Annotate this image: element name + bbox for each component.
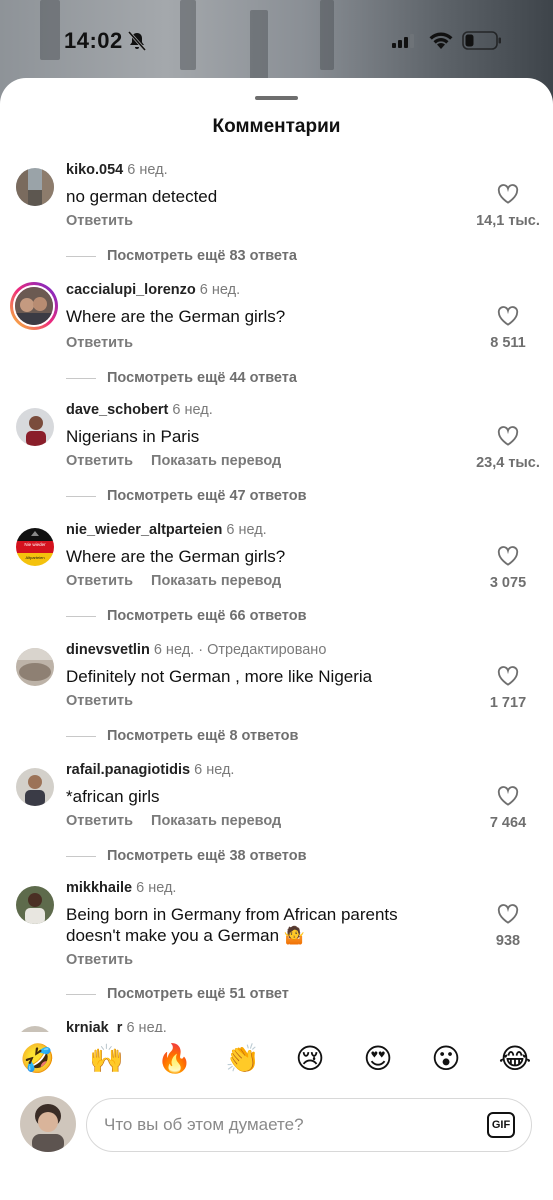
avatar[interactable] <box>16 168 54 206</box>
status-bar: 14:02 <box>0 0 553 80</box>
reaction-crying[interactable]: 😢 <box>293 1042 327 1076</box>
like-button[interactable]: 14,1 тыс. <box>463 184 553 229</box>
reply-button[interactable]: Ответить <box>66 213 133 229</box>
comment-text: Nigerians in Paris <box>66 427 200 446</box>
comment-text: Being born in Germany from African paren… <box>66 905 398 945</box>
view-replies-button[interactable]: Посмотреть ещё 47 ответов <box>107 488 306 504</box>
like-count: 3 075 <box>489 575 527 591</box>
comment-username[interactable]: kiko.054 <box>66 162 123 178</box>
heart-icon <box>497 786 519 806</box>
like-button[interactable]: 8 511 <box>463 306 553 351</box>
edited-label: · Отредактировано <box>198 642 327 658</box>
avatar-label: Nie wieder <box>24 542 46 547</box>
like-button[interactable]: 938 <box>463 904 553 949</box>
comment-text: no german detected <box>66 187 218 206</box>
reply-button[interactable]: Ответить <box>66 693 133 709</box>
heart-icon <box>497 184 519 204</box>
avatar[interactable] <box>16 1026 54 1032</box>
comment-age: 6 нед. <box>126 1020 167 1032</box>
heart-icon <box>497 666 519 686</box>
avatar[interactable] <box>16 648 54 686</box>
view-replies-button[interactable]: Посмотреть ещё 8 ответов <box>107 728 298 744</box>
comment-input-placeholder: Что вы об этом думаете? <box>104 1115 304 1134</box>
avatar-story-ring[interactable] <box>10 282 58 330</box>
heart-icon <box>497 546 519 566</box>
reaction-surprised[interactable]: 😮 <box>429 1042 463 1076</box>
comments-sheet: Комментарии kiko.054 6 нед. no german de… <box>0 78 553 1200</box>
own-avatar <box>20 1096 76 1152</box>
comment-username[interactable]: caccialupi_lorenzo <box>66 282 196 298</box>
avatar[interactable]: Nie wieder Altparteien <box>16 528 54 566</box>
avatar[interactable] <box>16 886 54 924</box>
status-time: 14:02 <box>64 28 123 53</box>
like-button[interactable]: 1 717 <box>463 666 553 711</box>
like-count: 14,1 тыс. <box>476 213 540 229</box>
reaction-raised-hands[interactable]: 🙌 <box>89 1042 124 1076</box>
quick-reactions-bar: 🤣 🙌 🔥 👏 😢 😍 😮 😂 <box>0 1042 553 1082</box>
comment-age: 6 нед. <box>194 762 235 778</box>
comment-username[interactable]: nie_wieder_altparteien <box>66 522 222 538</box>
heart-icon <box>497 904 519 924</box>
like-count: 938 <box>495 933 521 949</box>
comment-username[interactable]: krniak_r <box>66 1020 122 1032</box>
comment-username[interactable]: dave_schobert <box>66 402 168 418</box>
flag-avatar-image: Nie wieder Altparteien <box>16 528 54 566</box>
cellular-signal-icon <box>392 34 414 48</box>
reaction-laughing[interactable]: 😂 <box>498 1042 532 1076</box>
avatar[interactable] <box>16 768 54 806</box>
avatar[interactable] <box>16 408 54 446</box>
drag-handle[interactable] <box>255 96 298 100</box>
like-count: 8 511 <box>490 335 526 351</box>
comment-age: 6 нед. <box>127 162 168 178</box>
avatar-label: Altparteien <box>25 555 44 560</box>
view-replies-button[interactable]: Посмотреть ещё 51 ответ <box>107 986 289 1002</box>
reaction-rofl[interactable]: 🤣 <box>20 1042 55 1076</box>
reply-button[interactable]: Ответить <box>66 453 133 469</box>
translate-button[interactable]: Показать перевод <box>151 573 281 589</box>
reaction-heart-eyes[interactable]: 😍 <box>361 1042 395 1076</box>
comment-username[interactable]: mikkhaile <box>66 880 132 896</box>
reply-button[interactable]: Ответить <box>66 952 133 968</box>
reply-button[interactable]: Ответить <box>66 813 133 829</box>
translate-button[interactable]: Показать перевод <box>151 813 281 829</box>
view-replies-button[interactable]: Посмотреть ещё 66 ответов <box>107 608 306 624</box>
comment-age: 6 нед. <box>199 282 241 298</box>
reply-button[interactable]: Ответить <box>66 573 133 589</box>
comment-text: *african girls <box>66 787 160 806</box>
view-replies-button[interactable]: Посмотреть ещё 83 ответа <box>107 248 297 264</box>
comment-text: Where are the German girls? <box>66 547 286 566</box>
comment-text: Where are the German girls? <box>66 307 286 326</box>
comment-username[interactable]: rafail.panagiotidis <box>66 762 190 778</box>
comment-age: 6 нед. <box>226 522 267 538</box>
view-replies-button[interactable]: Посмотреть ещё 38 ответов <box>107 848 306 864</box>
comment-list[interactable]: kiko.054 6 нед. no german detected Ответ… <box>0 162 553 1032</box>
comment-age: 6 нед. <box>136 880 177 896</box>
comment-text: Definitely not German , more like Nigeri… <box>66 667 373 686</box>
like-count: 23,4 тыс. <box>476 455 540 471</box>
reaction-clap[interactable]: 👏 <box>225 1042 260 1076</box>
like-count: 7 464 <box>489 815 527 831</box>
gif-button[interactable]: GIF <box>487 1112 515 1138</box>
comment-age: 6 нед. <box>172 402 213 418</box>
like-count: 1 717 <box>489 695 527 711</box>
wifi-icon <box>429 32 453 49</box>
like-button[interactable]: 3 075 <box>463 546 553 591</box>
heart-icon <box>497 426 519 446</box>
comment-username[interactable]: dinevsvetlin <box>66 642 150 658</box>
comment-age: 6 нед. <box>153 642 195 658</box>
reply-button[interactable]: Ответить <box>66 335 133 351</box>
sheet-title: Комментарии <box>212 116 341 137</box>
view-replies-button[interactable]: Посмотреть ещё 44 ответа <box>107 370 297 386</box>
bell-muted-icon <box>127 31 147 51</box>
reaction-fire[interactable]: 🔥 <box>157 1042 192 1076</box>
heart-icon <box>497 306 519 326</box>
translate-button[interactable]: Показать перевод <box>151 453 281 469</box>
comment-input[interactable]: Что вы об этом думаете? GIF <box>86 1098 532 1152</box>
like-button[interactable]: 7 464 <box>463 786 553 831</box>
battery-icon <box>462 31 501 50</box>
like-button[interactable]: 23,4 тыс. <box>463 426 553 471</box>
